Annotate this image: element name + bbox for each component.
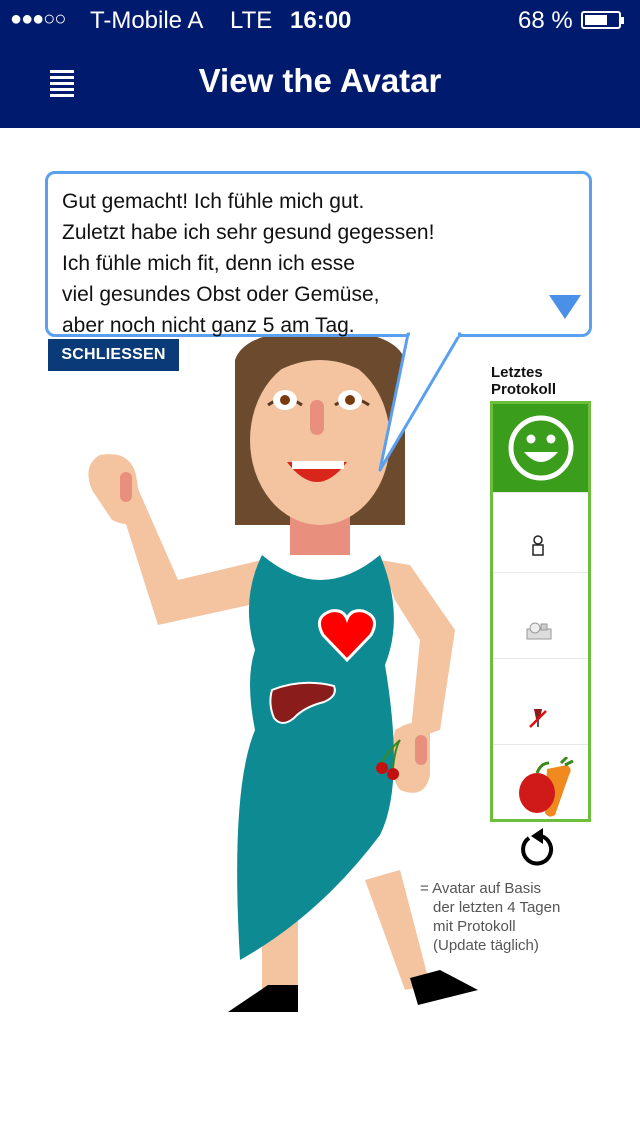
avatar-shoe-left xyxy=(228,985,298,1012)
avatar-illustration xyxy=(88,330,478,1012)
page-title: View the Avatar xyxy=(198,62,442,99)
carrier-name: T-Mobile A xyxy=(90,7,204,34)
nav-bar: View the Avatar xyxy=(0,40,640,128)
triangle-down-icon[interactable] xyxy=(547,292,583,322)
speech-line: aber noch nicht ganz 5 am Tag. xyxy=(62,314,355,337)
speech-line: Zuletzt habe ich sehr gesund gegessen! xyxy=(62,221,435,244)
avatar-nose xyxy=(310,400,324,435)
status-bar: ●●●○○ T-Mobile A LTE 16:00 68 % xyxy=(0,0,640,40)
speech-line: Ich fühle mich fit, denn ich esse xyxy=(62,252,355,275)
battery-level xyxy=(585,15,607,25)
battery-percent: 68 % xyxy=(518,7,573,34)
speech-line: viel gesundes Obst oder Gemüse, xyxy=(62,283,380,306)
speech-bubble-text: Gut gemacht! Ich fühle mich gut. Zuletzt… xyxy=(62,186,434,341)
signal-strength-icon: ●●●○○ xyxy=(10,8,66,30)
speech-bubble: Gut gemacht! Ich fühle mich gut. Zuletzt… xyxy=(45,171,592,337)
battery-icon xyxy=(581,11,624,29)
close-button[interactable]: SCHLIESSEN xyxy=(48,339,179,371)
avatar-leg-right xyxy=(365,870,430,990)
network-type: LTE xyxy=(230,7,273,34)
avatar-face xyxy=(250,355,390,525)
avatar-cherry-icon xyxy=(376,762,388,774)
avatar-hand-left xyxy=(88,454,142,524)
speech-line: Gut gemacht! Ich fühle mich gut. xyxy=(62,190,365,213)
clock: 16:00 xyxy=(290,7,352,34)
